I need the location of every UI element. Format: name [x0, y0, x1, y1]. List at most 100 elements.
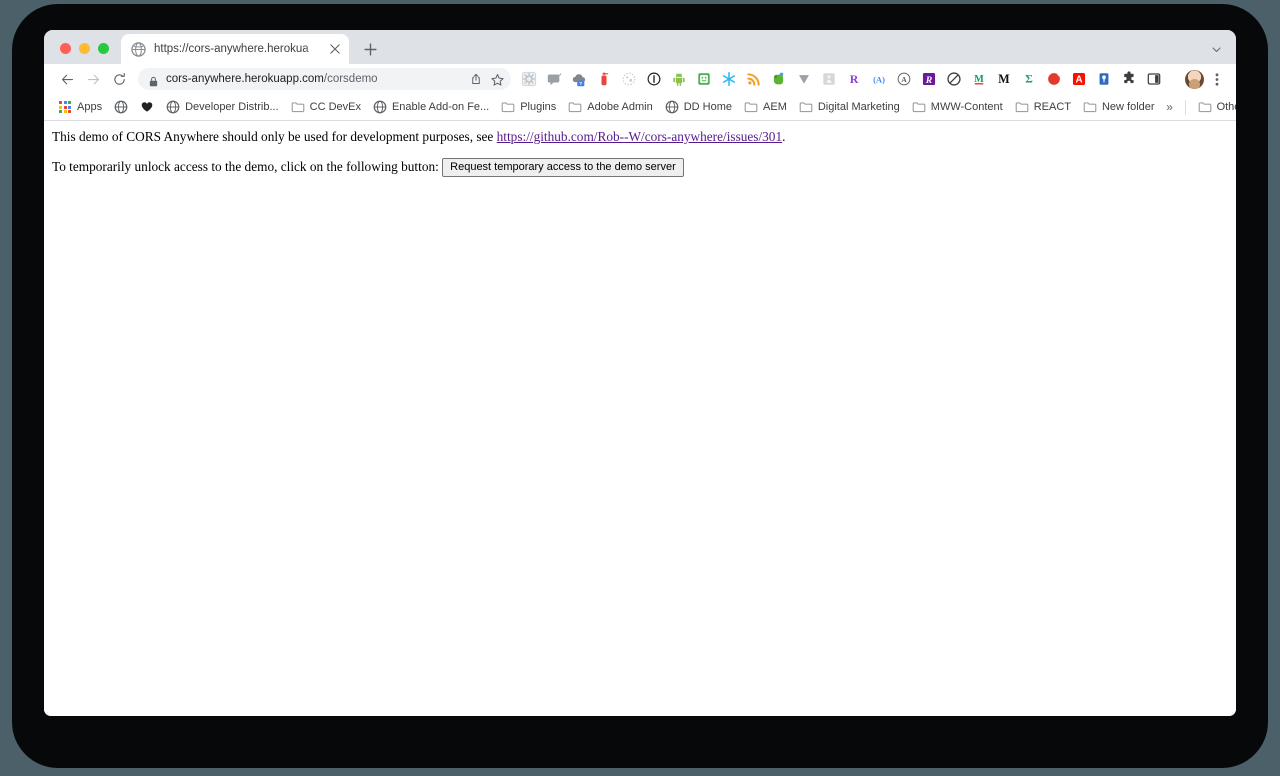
globe-icon — [131, 41, 146, 57]
folder-icon — [744, 100, 758, 114]
request-temporary-access-button[interactable]: Request temporary access to the demo ser… — [442, 158, 684, 178]
minimize-window-button[interactable] — [79, 43, 90, 54]
globe-icon — [114, 100, 128, 114]
apps-grid-icon — [58, 100, 72, 114]
svg-text:(A): (A) — [873, 74, 885, 84]
browser-toolbar: cors-anywhere.herokuapp.com/corsdemo ? R… — [44, 64, 1236, 94]
bookmark-label: AEM — [763, 101, 787, 113]
bookmark-label: REACT — [1033, 101, 1071, 113]
bookmark-label: New folder — [1101, 101, 1155, 113]
person-square-extension-icon[interactable] — [817, 68, 841, 90]
globe-icon — [166, 100, 180, 114]
vimeo-v-extension-icon[interactable] — [792, 68, 816, 90]
screen-smiley-extension-icon[interactable] — [692, 68, 716, 90]
bookmark-folder-adobe-admin[interactable]: Adobe Admin — [562, 97, 658, 118]
forward-button[interactable] — [80, 66, 106, 92]
share-icon[interactable] — [466, 69, 486, 89]
page-content: This demo of CORS Anywhere should only b… — [44, 121, 1236, 716]
bookmark-globe-1[interactable] — [108, 97, 134, 118]
bookmark-other-bookmarks[interactable]: Other Bookmarks — [1192, 97, 1236, 118]
tab-title: https://cors-anywhere.herokua — [154, 43, 309, 55]
letter-r-extension-icon[interactable]: R — [842, 68, 866, 90]
bookmarks-bar: Apps Developer Distrib... CC DevEx Enabl… — [44, 94, 1236, 121]
folder-icon — [1083, 100, 1097, 114]
snowflake-extension-icon[interactable] — [717, 68, 741, 90]
url-path: /corsdemo — [323, 73, 378, 85]
bookmark-dd-home[interactable]: DD Home — [659, 97, 738, 118]
svg-text:A: A — [1075, 75, 1082, 86]
lastpass-vault-extension-icon[interactable] — [1092, 68, 1116, 90]
svg-text:M: M — [998, 72, 1010, 86]
unlock-instruction-paragraph: To temporarily unlock access to the demo… — [52, 158, 1228, 178]
bookmark-folder-new-folder[interactable]: New folder — [1077, 97, 1161, 118]
evernote-elephant-extension-icon[interactable] — [767, 68, 791, 90]
zoom-window-button[interactable] — [98, 43, 109, 54]
folder-icon — [1015, 100, 1029, 114]
bookmark-label: Developer Distrib... — [185, 101, 279, 113]
fire-extinguisher-extension-icon[interactable] — [592, 68, 616, 90]
bookmarks-separator — [1184, 99, 1186, 115]
bookmark-folder-mww-content[interactable]: MWW-Content — [906, 97, 1009, 118]
bookmark-label: Enable Add-on Fe... — [391, 101, 490, 113]
avatar[interactable] — [1185, 69, 1204, 89]
bookmark-heart[interactable] — [134, 97, 160, 118]
cors-anywhere-issue-link[interactable]: https://github.com/Rob--W/cors-anywhere/… — [497, 129, 782, 144]
grid-gear-extension-icon[interactable] — [517, 68, 541, 90]
bookmark-folder-plugins[interactable]: Plugins — [495, 97, 562, 118]
bookmark-label: MWW-Content — [930, 101, 1003, 113]
url-host: cors-anywhere.herokuapp.com — [166, 73, 324, 85]
bookmark-folder-react[interactable]: REACT — [1009, 97, 1077, 118]
sigma-extension-icon[interactable]: Σ — [1017, 68, 1041, 90]
rss-feed-extension-icon[interactable] — [742, 68, 766, 90]
mendeley-m-extension-icon[interactable]: M — [967, 68, 991, 90]
bookmark-label: Adobe Admin — [587, 101, 653, 113]
reload-button[interactable] — [106, 66, 132, 92]
medium-m-extension-icon[interactable]: M — [992, 68, 1016, 90]
bookmark-label: Apps — [77, 101, 103, 113]
address-bar-url: cors-anywhere.herokuapp.com/corsdemo — [166, 72, 465, 86]
bookmark-enable-addon-features[interactable]: Enable Add-on Fe... — [367, 97, 495, 118]
folder-icon — [568, 100, 582, 114]
side-panel-extension-icon[interactable] — [1142, 68, 1166, 90]
bookmark-apps[interactable]: Apps — [52, 97, 108, 118]
bookmark-developer-distribution[interactable]: Developer Distrib... — [160, 97, 285, 118]
svg-text:Σ: Σ — [1025, 74, 1033, 86]
demo-notice-paragraph: This demo of CORS Anywhere should only b… — [52, 129, 1228, 144]
folder-icon — [799, 100, 813, 114]
browser-tab-active[interactable]: https://cors-anywhere.herokua — [121, 34, 349, 64]
info-circle-extension-icon[interactable] — [642, 68, 666, 90]
a-parentheses-extension-icon[interactable]: (A) — [867, 68, 891, 90]
folder-icon — [1198, 100, 1212, 114]
circled-a-extension-icon[interactable]: A — [892, 68, 916, 90]
tab-strip: https://cors-anywhere.herokua — [44, 30, 1236, 64]
android-robot-extension-icon[interactable] — [667, 68, 691, 90]
puzzle-piece-extension-icon[interactable] — [1117, 68, 1141, 90]
demo-notice-text: This demo of CORS Anywhere should only b… — [52, 129, 497, 144]
bookmark-folder-cc-devex[interactable]: CC DevEx — [285, 97, 367, 118]
chat-bubble-extension-icon[interactable] — [542, 68, 566, 90]
new-tab-button[interactable] — [358, 37, 382, 61]
cloud-extension-icon[interactable]: ? — [567, 68, 591, 90]
extensions-toolbar: ? R (A) A R M M Σ A — [517, 68, 1182, 90]
bookmark-star-icon[interactable] — [487, 69, 507, 89]
script-r-extension-icon[interactable]: R — [917, 68, 941, 90]
back-button[interactable] — [54, 66, 80, 92]
lock-icon — [148, 74, 159, 86]
bookmark-folder-digital-marketing[interactable]: Digital Marketing — [793, 97, 906, 118]
bookmark-label: CC DevEx — [309, 101, 361, 113]
blocked-extension-icon[interactable] — [942, 68, 966, 90]
address-bar[interactable]: cors-anywhere.herokuapp.com/corsdemo — [138, 68, 511, 90]
bookmark-label: Other Bookmarks — [1216, 101, 1236, 113]
bookmark-folder-aem[interactable]: AEM — [738, 97, 793, 118]
bookmark-label: DD Home — [683, 101, 733, 113]
heart-icon — [140, 100, 154, 114]
dotted-circle-extension-icon[interactable] — [617, 68, 641, 90]
close-icon[interactable] — [327, 41, 343, 57]
bookmarks-overflow-button[interactable]: » — [1161, 100, 1179, 114]
demo-notice-period: . — [782, 129, 786, 144]
crescent-extension-icon[interactable] — [1042, 68, 1066, 90]
browser-menu-button[interactable] — [1206, 68, 1228, 90]
adobe-a-extension-icon[interactable]: A — [1067, 68, 1091, 90]
chevron-down-icon[interactable] — [1206, 39, 1226, 59]
close-window-button[interactable] — [60, 43, 71, 54]
